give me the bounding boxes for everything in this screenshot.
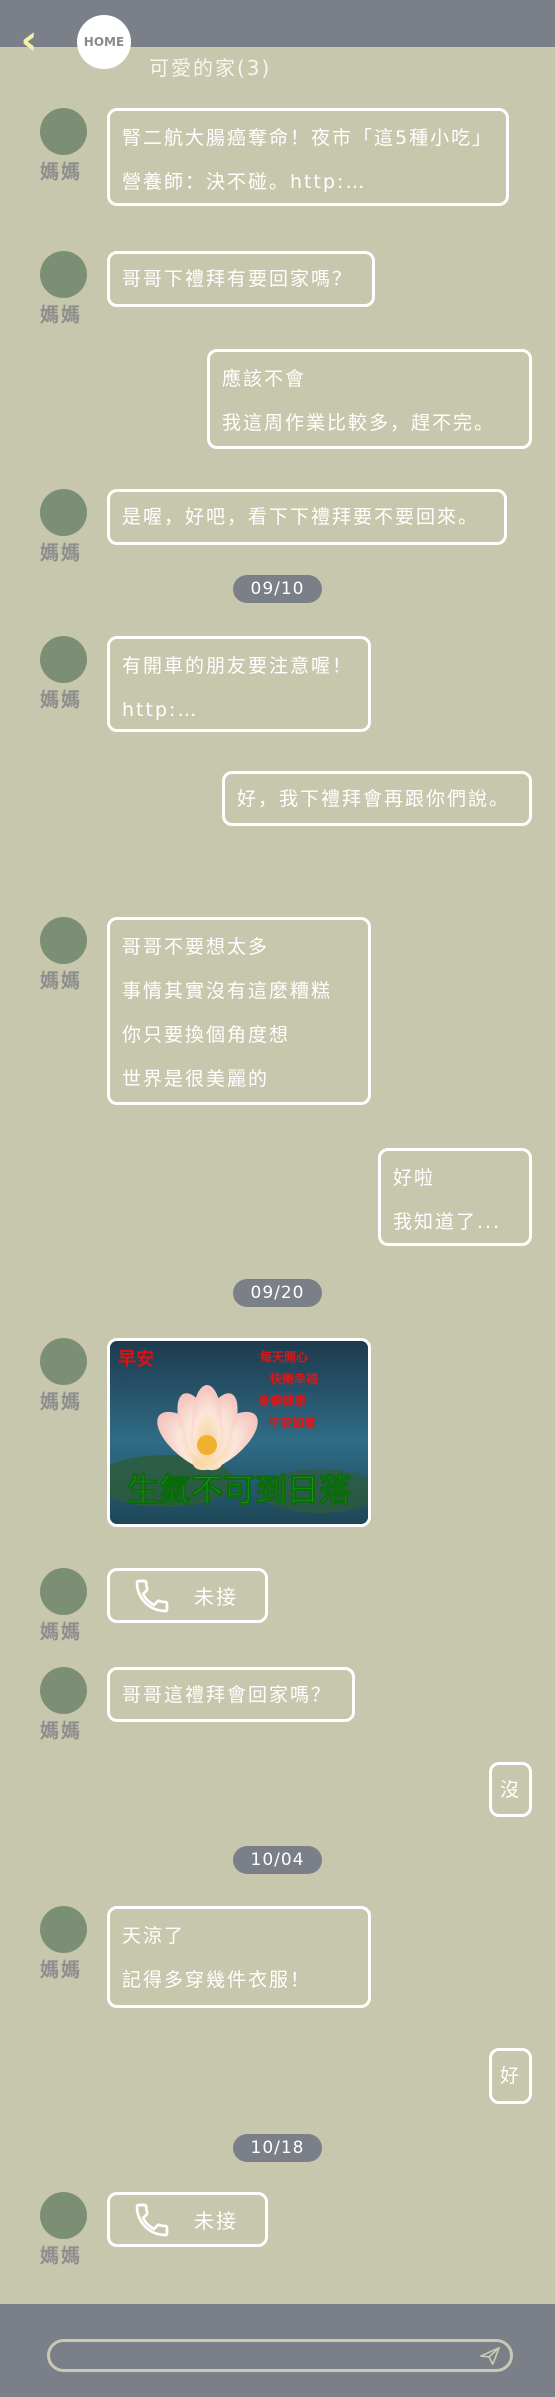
chevron-left-icon: ‹ <box>20 15 38 64</box>
call-status-label: 未接 <box>194 2209 238 2233</box>
my-message-bubble[interactable]: 好，我下禮拜會再跟你們說。 <box>222 771 532 826</box>
phone-icon <box>135 1579 169 1612</box>
home-button[interactable]: HOME <box>77 15 131 69</box>
message-text: 哥哥下禮拜有要回家嗎？ <box>122 268 354 290</box>
lotus-greeting-image: 早安 每天開心 快樂幸福 身體健康 平安如意 生氣不可到日落 <box>110 1341 368 1524</box>
sender-name: 媽媽 <box>40 304 83 326</box>
send-icon[interactable] <box>479 2345 501 2367</box>
message-text: 腎二航大腸癌奪命！夜市「這5種小吃」 <box>122 127 494 149</box>
message-bubble[interactable]: 天涼了 記得多穿幾件衣服！ <box>107 1906 371 2008</box>
message-text: 記得多穿幾件衣服！ <box>122 1969 312 1991</box>
avatar[interactable] <box>40 489 87 536</box>
message-bubble[interactable]: 哥哥下禮拜有要回家嗎？ <box>107 251 375 307</box>
sender-name: 媽媽 <box>40 1391 83 1413</box>
image-caption-line: 身體健康 <box>258 1393 307 1408</box>
message-text: 是喔，好吧，看下下禮拜要不要回來。 <box>122 506 480 528</box>
message-text: 事情其實沒有這麼糟糕 <box>122 980 333 1002</box>
message-text: 好，我下禮拜會再跟你們說。 <box>237 787 511 810</box>
chat-title: 可愛的家(3) <box>149 56 272 80</box>
date-divider: 09/20 <box>233 1279 322 1307</box>
avatar[interactable] <box>40 1568 87 1615</box>
message-bubble[interactable]: 哥哥不要想太多 事情其實沒有這麼糟糕 你只要換個角度想 世界是很美麗的 <box>107 917 371 1105</box>
image-caption-line: 每天開心 <box>260 1349 308 1364</box>
image-headline: 生氣不可到日落 <box>127 1471 352 1509</box>
message-input[interactable] <box>47 2339 513 2372</box>
message-text: 世界是很美麗的 <box>122 1068 270 1090</box>
home-label: HOME <box>83 35 125 49</box>
message-text: 你只要換個角度想 <box>122 1024 291 1046</box>
sender-name: 媽媽 <box>40 161 83 183</box>
avatar[interactable] <box>40 1906 87 1953</box>
sender-name: 媽媽 <box>40 1959 83 1981</box>
my-message-bubble[interactable]: 沒 <box>489 1762 532 1817</box>
sender-name: 媽媽 <box>40 542 83 564</box>
message-bubble[interactable]: 有開車的朋友要注意喔！ http:… <box>107 636 371 732</box>
message-text: 我知道了... <box>393 1211 502 1233</box>
avatar[interactable] <box>40 1338 87 1385</box>
composer-bar <box>0 2304 555 2397</box>
sender-name: 媽媽 <box>40 1621 83 1643</box>
message-text: 好啦 <box>393 1167 436 1189</box>
message-text: http:… <box>122 699 199 721</box>
avatar[interactable] <box>40 2192 87 2239</box>
my-message-bubble[interactable]: 好啦 我知道了... <box>378 1148 532 1246</box>
phone-icon <box>135 2203 169 2236</box>
image-caption-top-left: 早安 <box>118 1348 154 1370</box>
message-text: 有開車的朋友要注意喔！ <box>122 655 354 677</box>
missed-call-bubble[interactable]: 未接 <box>107 1568 268 1623</box>
avatar[interactable] <box>40 251 87 298</box>
message-text: 哥哥這禮拜會回家嗎？ <box>122 1683 333 1706</box>
call-status-label: 未接 <box>194 1585 238 1609</box>
image-caption-line: 平安如意 <box>268 1415 316 1430</box>
avatar[interactable] <box>40 1667 87 1714</box>
message-text: 我這周作業比較多，趕不完。 <box>222 412 496 434</box>
my-message-bubble[interactable]: 好 <box>489 2048 532 2104</box>
message-text: 營養師：決不碰。http:… <box>122 171 367 193</box>
avatar[interactable] <box>40 917 87 964</box>
message-text: 天涼了 <box>122 1925 186 1947</box>
message-text: 應該不會 <box>222 368 307 390</box>
image-caption-line: 快樂幸福 <box>270 1371 318 1386</box>
sender-name: 媽媽 <box>40 2245 83 2267</box>
message-text: 哥哥不要想太多 <box>122 936 270 958</box>
date-divider: 10/18 <box>233 2134 322 2162</box>
sender-name: 媽媽 <box>40 689 83 711</box>
message-text: 好 <box>499 2065 521 2087</box>
date-divider: 10/04 <box>233 1846 322 1874</box>
avatar[interactable] <box>40 108 87 155</box>
message-bubble[interactable]: 是喔，好吧，看下下禮拜要不要回來。 <box>107 489 507 545</box>
my-message-bubble[interactable]: 應該不會 我這周作業比較多，趕不完。 <box>207 349 532 449</box>
message-bubble[interactable]: 腎二航大腸癌奪命！夜市「這5種小吃」 營養師：決不碰。http:… <box>107 108 509 206</box>
avatar[interactable] <box>40 636 87 683</box>
sender-name: 媽媽 <box>40 970 83 992</box>
sender-name: 媽媽 <box>40 1720 83 1742</box>
date-divider: 09/10 <box>233 575 322 603</box>
message-text: 沒 <box>499 1778 521 1801</box>
message-bubble[interactable]: 哥哥這禮拜會回家嗎？ <box>107 1667 355 1722</box>
missed-call-bubble[interactable]: 未接 <box>107 2192 268 2247</box>
image-message[interactable]: 早安 每天開心 快樂幸福 身體健康 平安如意 生氣不可到日落 <box>107 1338 371 1527</box>
back-button[interactable]: ‹ <box>14 19 44 61</box>
